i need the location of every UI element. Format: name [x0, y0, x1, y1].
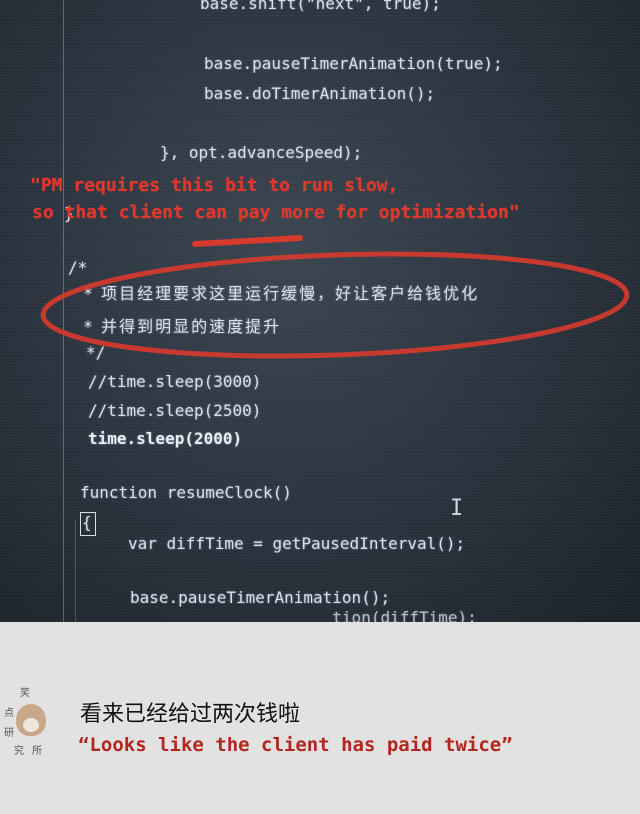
logo-char: 所 [32, 746, 42, 757]
red-arrow-marker [192, 235, 303, 247]
logo-char: 点 [4, 708, 14, 719]
watermark-logo: 笑 点 研 究 所 [4, 684, 58, 784]
code-screen-photo: base.shift("next", true); base.pauseTime… [0, 0, 640, 622]
logo-char: 笑 [20, 688, 30, 699]
red-circle-marker [40, 251, 630, 359]
dog-mascot-icon [16, 704, 46, 736]
logo-char: 研 [4, 728, 14, 739]
caption-english: “Looks like the client has paid twice” [78, 734, 513, 756]
red-marker-overlay [40, 235, 630, 359]
logo-char: 究 [14, 746, 24, 757]
caption-chinese: 看来已经给过两次钱啦 [80, 702, 301, 727]
caption-area: 笑 点 研 究 所 看来已经给过两次钱啦 “Looks like the cli… [0, 622, 640, 814]
